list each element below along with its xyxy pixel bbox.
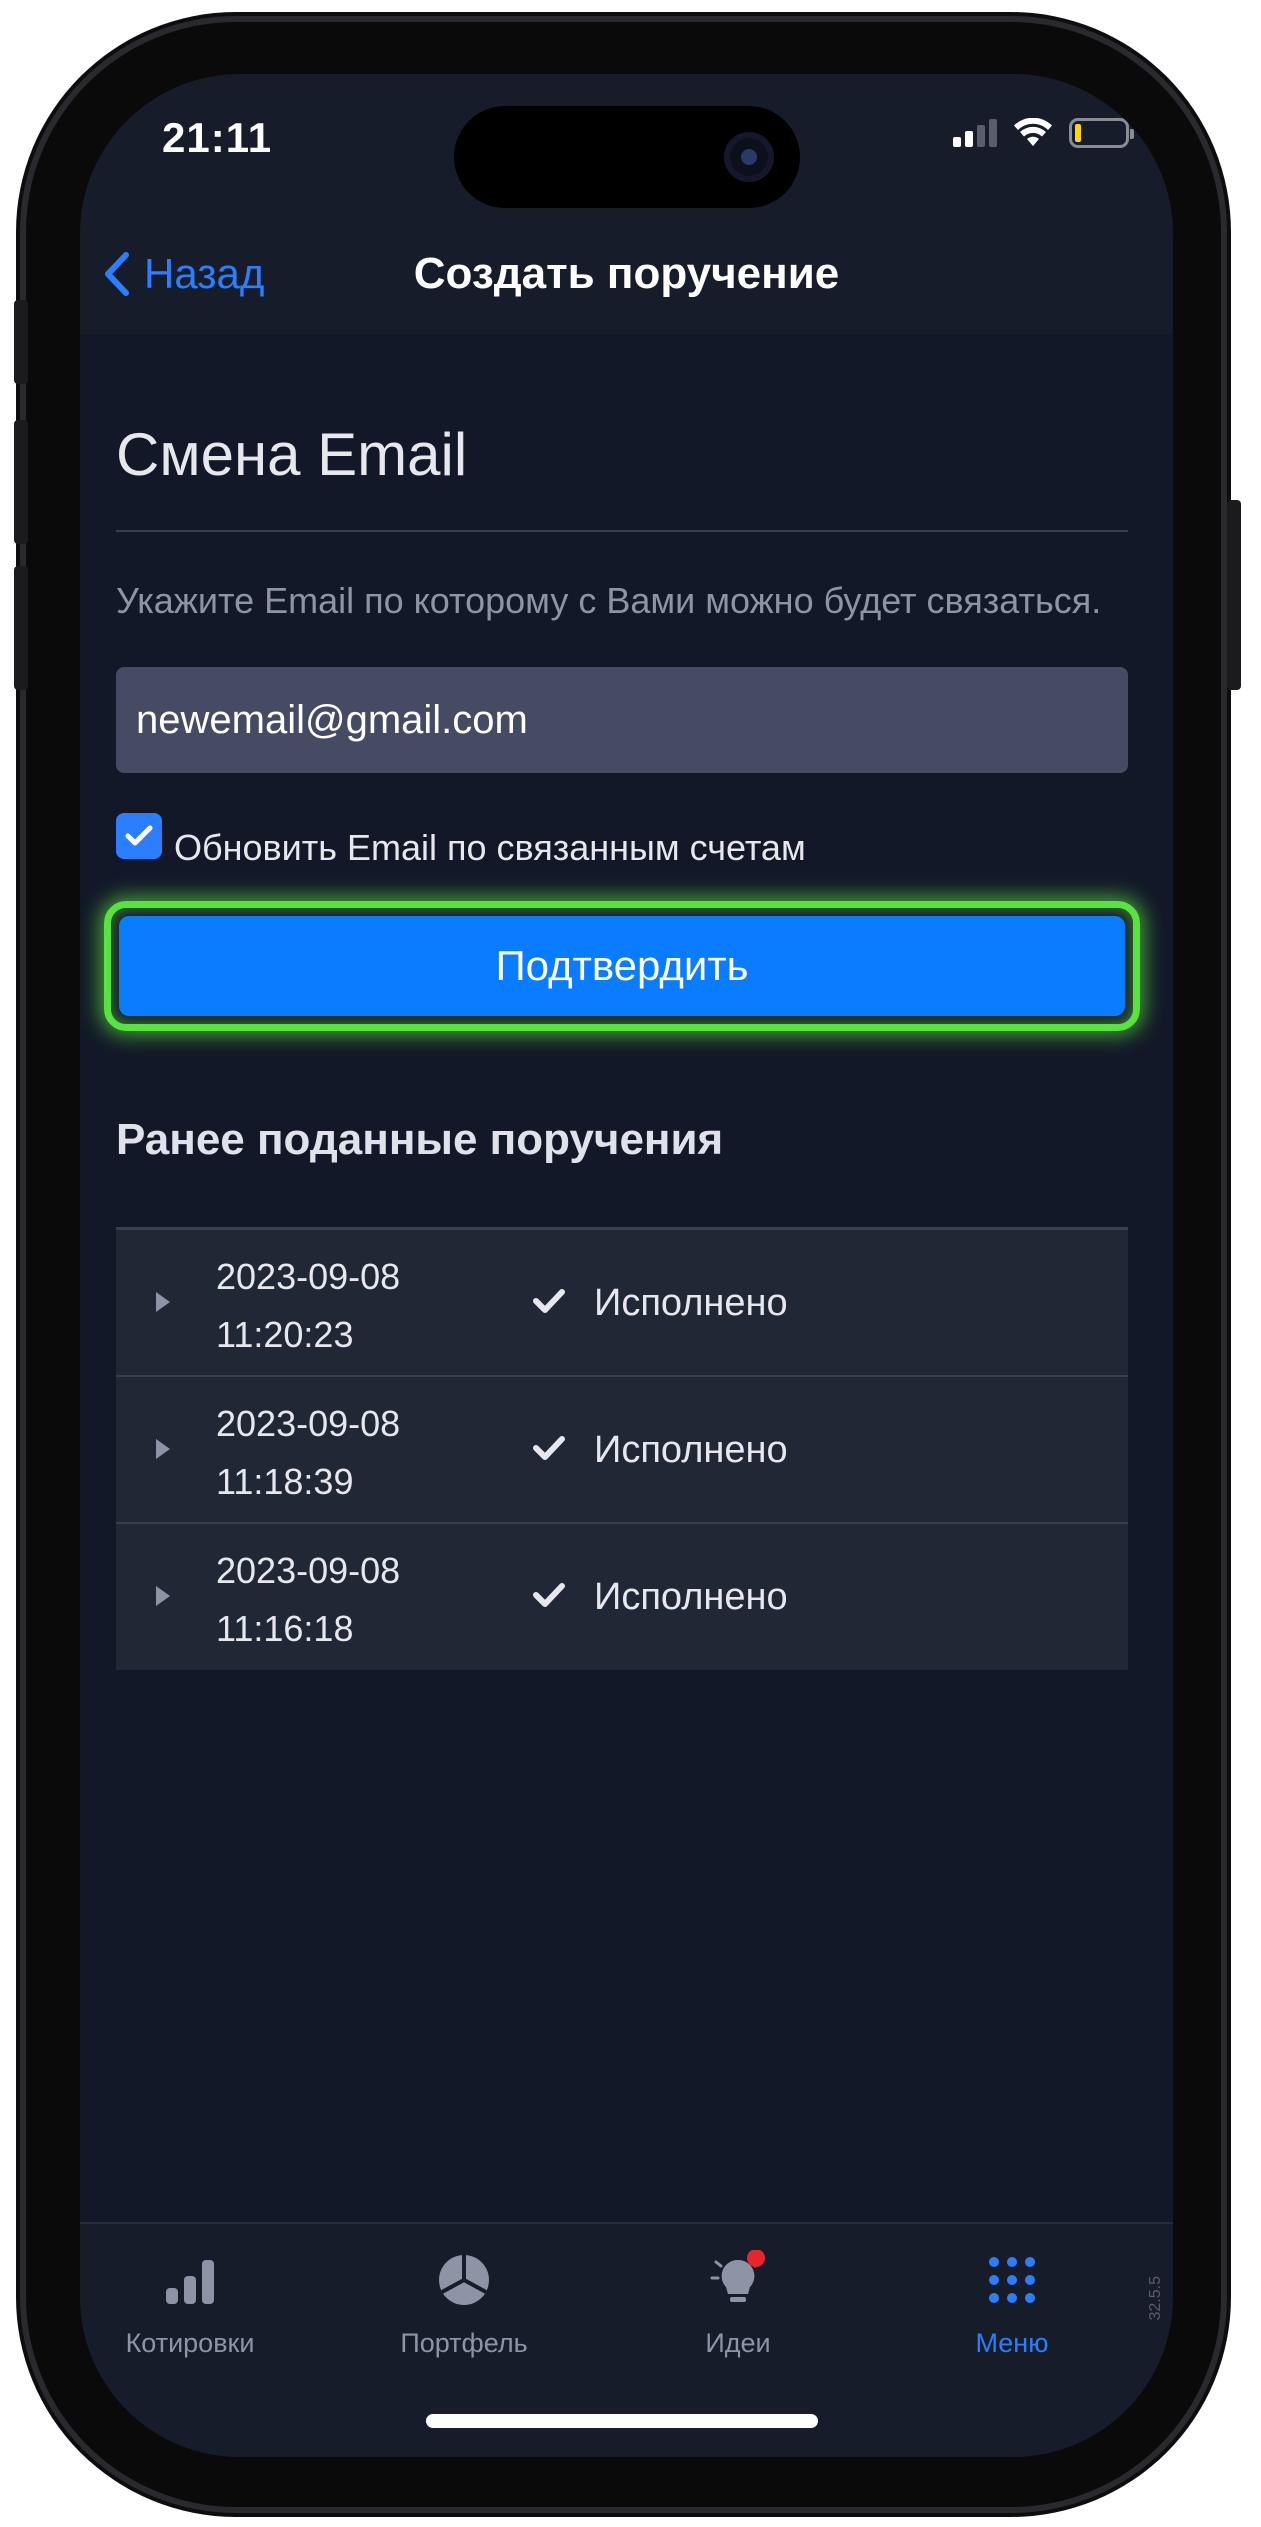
update-linked-accounts-row: Обновить Email по связанным счетам	[116, 813, 1128, 869]
row-status: Исполнено	[594, 1282, 788, 1324]
row-date: 2023-09-08	[216, 1550, 401, 1591]
volume-up-button	[14, 420, 28, 544]
screen: 21:11 Создать поручение Назад Смена Emai…	[80, 74, 1173, 2457]
tab-menu[interactable]: Меню	[912, 2250, 1112, 2359]
tab-label: Котировки	[125, 2328, 255, 2358]
history-title: Ранее поданные поручения	[116, 1115, 724, 1164]
tab-label: Меню	[975, 2328, 1049, 2358]
confirm-button[interactable]: Подтвердить	[119, 916, 1125, 1016]
battery-icon	[1069, 118, 1134, 148]
dynamic-island	[454, 106, 800, 208]
chevron-left-icon	[105, 252, 129, 296]
row-date: 2023-09-08	[216, 1403, 401, 1444]
lightbulb-icon	[710, 2250, 765, 2302]
wifi-icon	[1014, 118, 1052, 146]
tab-portfolio[interactable]: Портфель	[364, 2250, 564, 2359]
history-list: 2023-09-08 11:20:23 Исполнено 2023-09-08…	[116, 1227, 1128, 1670]
update-linked-accounts-label: Обновить Email по связанным счетам	[174, 827, 806, 868]
checkmark-icon	[533, 1583, 565, 1607]
status-bar: 21:11	[80, 74, 1173, 214]
power-button	[1227, 500, 1241, 690]
checkmark-icon	[533, 1289, 565, 1313]
main-content: Смена Email Укажите Email по которому с …	[104, 334, 1140, 1670]
grid-menu-icon	[989, 2257, 1035, 2303]
row-time: 11:20:23	[216, 1314, 354, 1355]
email-input[interactable]	[116, 667, 1128, 773]
tab-label: Портфель	[400, 2328, 528, 2358]
divider	[116, 530, 1128, 532]
home-indicator[interactable]	[426, 2414, 818, 2428]
tab-quotes[interactable]: Котировки	[90, 2250, 290, 2359]
history-row[interactable]: 2023-09-08 11:18:39 Исполнено	[116, 1377, 1128, 1524]
checkmark-icon	[533, 1436, 565, 1460]
app-version: 32.5.5	[1147, 2276, 1164, 2321]
row-date: 2023-09-08	[216, 1256, 401, 1297]
expand-arrow-icon[interactable]	[156, 1439, 170, 1459]
history-row[interactable]: 2023-09-08 11:20:23 Исполнено	[116, 1230, 1128, 1377]
status-icons	[953, 118, 1134, 148]
expand-arrow-icon[interactable]	[156, 1292, 170, 1312]
back-label: Назад	[144, 250, 265, 297]
status-time: 21:11	[162, 114, 273, 161]
mute-switch	[14, 300, 28, 384]
cellular-signal-icon	[953, 119, 997, 147]
navigation-bar: Создать поручение Назад	[80, 214, 1173, 334]
form-title: Смена Email	[116, 421, 468, 488]
pie-chart-icon	[439, 2255, 489, 2305]
notification-badge	[747, 2250, 765, 2267]
row-time: 11:16:18	[216, 1608, 354, 1649]
back-button[interactable]: Назад	[104, 214, 264, 334]
tab-ideas[interactable]: Идеи	[638, 2250, 838, 2359]
expand-arrow-icon[interactable]	[156, 1586, 170, 1606]
confirm-button-highlight: Подтвердить	[104, 901, 1140, 1031]
row-time: 11:18:39	[216, 1461, 354, 1502]
row-status: Исполнено	[594, 1429, 788, 1471]
camera-icon	[724, 132, 774, 182]
bar-chart-icon	[166, 2260, 214, 2304]
form-hint: Укажите Email по которому с Вами можно б…	[116, 580, 1102, 621]
tab-label: Идеи	[705, 2328, 771, 2358]
history-row[interactable]: 2023-09-08 11:16:18 Исполнено	[116, 1524, 1128, 1670]
update-linked-accounts-checkbox[interactable]	[116, 813, 162, 859]
volume-down-button	[14, 566, 28, 690]
row-status: Исполнено	[594, 1576, 788, 1618]
checkmark-icon	[125, 825, 153, 846]
